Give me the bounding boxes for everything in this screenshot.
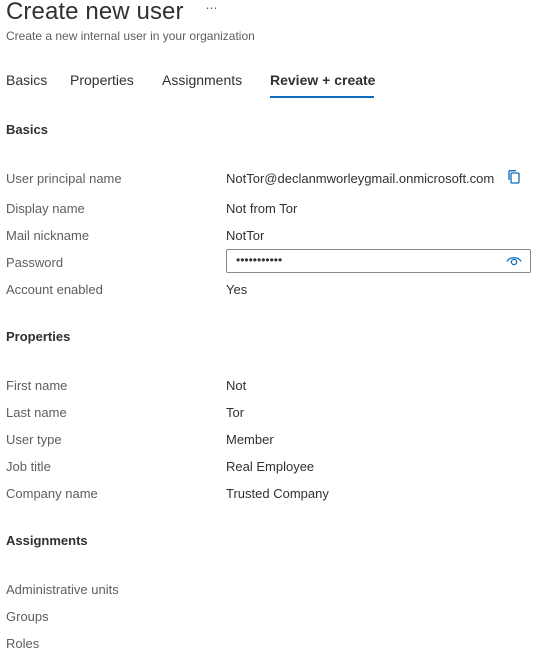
tab-active-underline: [270, 96, 374, 98]
upn-value: NotTor@declanmworleygmail.onmicrosoft.co…: [226, 171, 495, 186]
page-subtitle: Create a new internal user in your organ…: [6, 29, 255, 43]
password-label: Password: [6, 255, 64, 270]
tab-basics[interactable]: Basics: [6, 72, 47, 98]
mail-nickname-label: Mail nickname: [6, 228, 90, 243]
section-heading-assignments: Assignments: [6, 533, 88, 548]
job-title-value: Real Employee: [226, 459, 315, 474]
tab-review-create-label: Review + create: [270, 72, 376, 88]
mail-nickname-value: NotTor: [226, 228, 265, 243]
user-type-value: Member: [226, 432, 274, 447]
administrative-units-label: Administrative units: [6, 582, 119, 597]
upn-label: User principal name: [6, 171, 122, 186]
first-name-value: Not: [226, 378, 247, 393]
display-name-label: Display name: [6, 201, 85, 216]
password-masked-value: •••••••••••: [236, 253, 283, 267]
section-heading-properties: Properties: [6, 329, 71, 344]
eye-icon[interactable]: [506, 255, 522, 267]
roles-label: Roles: [6, 636, 40, 651]
more-icon[interactable]: ⋯: [204, 2, 220, 18]
tab-assignments[interactable]: Assignments: [162, 72, 242, 98]
groups-label: Groups: [6, 609, 49, 624]
copy-icon[interactable]: [506, 169, 522, 185]
display-name-value: Not from Tor: [226, 201, 298, 216]
section-heading-basics: Basics: [6, 122, 48, 137]
password-field[interactable]: •••••••••••: [226, 249, 531, 273]
job-title-label: Job title: [6, 459, 51, 474]
account-enabled-label: Account enabled: [6, 282, 103, 297]
last-name-label: Last name: [6, 405, 67, 420]
account-enabled-value: Yes: [226, 282, 248, 297]
page-title: Create new user: [6, 0, 184, 25]
tab-properties[interactable]: Properties: [70, 72, 134, 98]
company-name-label: Company name: [6, 486, 98, 501]
tab-review-create[interactable]: Review + create: [270, 72, 376, 98]
company-name-value: Trusted Company: [226, 486, 329, 501]
last-name-value: Tor: [226, 405, 245, 420]
first-name-label: First name: [6, 378, 68, 393]
user-type-label: User type: [6, 432, 62, 447]
